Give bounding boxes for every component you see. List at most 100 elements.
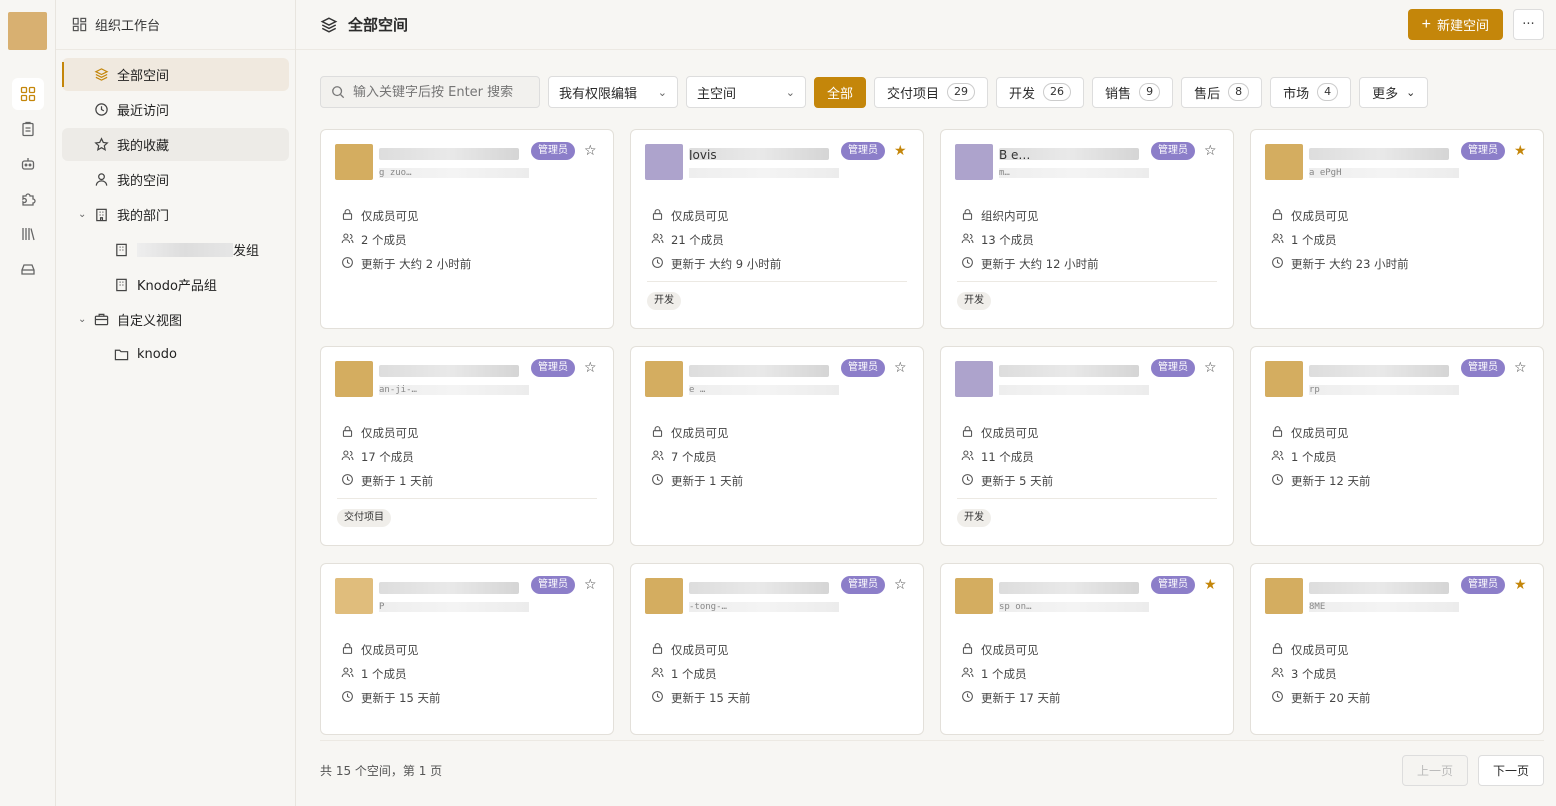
clock-icon bbox=[961, 256, 974, 272]
filter-chip-all[interactable]: 全部 bbox=[814, 76, 867, 108]
filter-chip-aftersales[interactable]: 售后 8 bbox=[1181, 76, 1263, 108]
search-icon bbox=[332, 86, 345, 99]
prev-page-label: 上一页 bbox=[1416, 764, 1453, 778]
next-page-button[interactable]: 下一页 bbox=[1477, 755, 1544, 786]
sidebar-item-my-space[interactable]: 我的空间 bbox=[62, 163, 289, 196]
space-card[interactable]: an-ji-… 管理员 ☆ 仅成员可见 17 个成员 更新于 1 天前 交付项目 bbox=[320, 346, 614, 546]
sidebar-item-recent[interactable]: 最近访问 bbox=[62, 93, 289, 126]
filter-chip-more[interactable]: 更多 ⌄ bbox=[1359, 76, 1429, 108]
lock-icon bbox=[651, 425, 664, 441]
members-icon bbox=[651, 666, 664, 682]
space-avatar bbox=[645, 361, 683, 397]
favorite-star-icon[interactable]: ☆ bbox=[584, 143, 597, 159]
space-card[interactable]: P 管理员 ☆ 仅成员可见 1 个成员 更新于 15 天前 bbox=[320, 563, 614, 735]
space-card[interactable]: sp on… 管理员 ★ 仅成员可见 1 个成员 更新于 17 天前 bbox=[940, 563, 1234, 735]
lock-icon bbox=[341, 425, 354, 441]
space-card[interactable]: -tong-… 管理员 ☆ 仅成员可见 1 个成员 更新于 15 天前 bbox=[630, 563, 924, 735]
workspace-grid-icon[interactable] bbox=[11, 78, 44, 110]
space-card[interactable]: 8ME 管理员 ★ 仅成员可见 3 个成员 更新于 20 天前 bbox=[1250, 563, 1544, 735]
space-card[interactable]: B e… m… 管理员 ☆ 组织内可见 13 个成员 更新于 大约 12 小时前… bbox=[940, 129, 1234, 329]
favorite-star-icon[interactable]: ☆ bbox=[894, 360, 907, 376]
space-updated: 更新于 大约 9 小时前 bbox=[671, 257, 782, 271]
sidebar-item-custom-view[interactable]: ⌄ 自定义视图 bbox=[62, 303, 289, 336]
space-tag[interactable]: 开发 bbox=[957, 292, 991, 310]
chip-count: 8 bbox=[1228, 83, 1250, 101]
space-slug bbox=[689, 168, 839, 178]
role-badge: 管理员 bbox=[1151, 359, 1195, 377]
space-members: 1 个成员 bbox=[981, 667, 1027, 681]
space-card[interactable]: rp 管理员 ☆ 仅成员可见 1 个成员 更新于 12 天前 bbox=[1250, 346, 1544, 546]
space-card[interactable]: e … 管理员 ☆ 仅成员可见 7 个成员 更新于 1 天前 bbox=[630, 346, 924, 546]
space-tag[interactable]: 开发 bbox=[647, 292, 681, 310]
sidebar-item-knodo[interactable]: knodo bbox=[62, 338, 289, 371]
sidebar-item-all-spaces[interactable]: 全部空间 bbox=[62, 58, 289, 91]
sidebar-item-dev-group[interactable]: 发组 bbox=[62, 233, 289, 266]
role-badge: 管理员 bbox=[1461, 142, 1505, 160]
chevron-down-icon[interactable]: ⌄ bbox=[78, 209, 86, 220]
drive-icon[interactable] bbox=[12, 253, 44, 285]
space-updated: 更新于 大约 2 小时前 bbox=[361, 257, 472, 271]
members-icon bbox=[651, 449, 664, 465]
space-card[interactable]: 管理员 ☆ 仅成员可见 11 个成员 更新于 5 天前 开发 bbox=[940, 346, 1234, 546]
clipboard-icon[interactable] bbox=[12, 113, 44, 145]
search-input[interactable] bbox=[353, 84, 523, 100]
sidebar-item-knodo-product[interactable]: Knodo产品组 bbox=[62, 268, 289, 301]
sidebar-item-my-department[interactable]: ⌄ 我的部门 bbox=[62, 198, 289, 231]
search-box[interactable] bbox=[320, 76, 540, 108]
lock-icon bbox=[961, 208, 974, 224]
space-updated: 更新于 1 天前 bbox=[361, 474, 434, 488]
filter-chip-dev[interactable]: 开发 26 bbox=[996, 76, 1085, 108]
sidebar-header[interactable]: 组织工作台 bbox=[56, 0, 295, 50]
favorite-star-icon[interactable]: ☆ bbox=[584, 577, 597, 593]
favorite-star-icon[interactable]: ☆ bbox=[584, 360, 597, 376]
favorite-star-icon[interactable]: ★ bbox=[1514, 143, 1527, 159]
members-icon bbox=[341, 666, 354, 682]
briefcase-icon bbox=[94, 313, 109, 326]
favorite-star-icon[interactable]: ★ bbox=[1514, 577, 1527, 593]
space-slug: 8ME bbox=[1309, 602, 1459, 612]
puzzle-icon[interactable] bbox=[12, 183, 44, 215]
favorite-star-icon[interactable]: ★ bbox=[1204, 577, 1217, 593]
robot-icon[interactable] bbox=[12, 148, 44, 180]
org-logo[interactable] bbox=[8, 12, 47, 50]
favorite-star-icon[interactable]: ☆ bbox=[1204, 360, 1217, 376]
new-space-button[interactable]: + 新建空间 bbox=[1407, 9, 1503, 40]
space-members: 13 个成员 bbox=[981, 233, 1034, 247]
space-avatar bbox=[335, 361, 373, 397]
space-card[interactable]: g zuo… 管理员 ☆ 仅成员可见 2 个成员 更新于 大约 2 小时前 bbox=[320, 129, 614, 329]
filter-chip-delivery[interactable]: 交付项目 29 bbox=[874, 76, 989, 108]
role-badge: 管理员 bbox=[841, 142, 885, 160]
sidebar-item-label: 我的部门 bbox=[117, 209, 170, 224]
more-options-button[interactable]: ··· bbox=[1513, 9, 1544, 40]
space-type-select[interactable]: 主空间 ⌄ bbox=[686, 76, 806, 108]
lock-icon bbox=[1271, 208, 1284, 224]
favorite-star-icon[interactable]: ★ bbox=[894, 143, 907, 159]
space-name bbox=[999, 365, 1139, 377]
new-space-label: 新建空间 bbox=[1436, 18, 1489, 33]
space-updated: 更新于 12 天前 bbox=[1291, 474, 1371, 488]
space-visibility: 仅成员可见 bbox=[981, 643, 1039, 657]
space-visibility: 仅成员可见 bbox=[361, 209, 419, 223]
space-tag[interactable]: 开发 bbox=[957, 509, 991, 527]
main-content: 全部空间 + 新建空间 ··· 我有权限编辑 ⌄ bbox=[296, 0, 1556, 806]
space-visibility: 仅成员可见 bbox=[1291, 426, 1349, 440]
lock-icon bbox=[341, 208, 354, 224]
filter-chip-market[interactable]: 市场 4 bbox=[1270, 76, 1352, 108]
chevron-down-icon[interactable]: ⌄ bbox=[78, 314, 86, 325]
favorite-star-icon[interactable]: ☆ bbox=[1204, 143, 1217, 159]
clock-icon bbox=[1271, 473, 1284, 489]
filter-bar: 我有权限编辑 ⌄ 主空间 ⌄ 全部 交付项目 29 开发 26 销售 9 售后 8 市场… bbox=[320, 76, 1429, 108]
library-icon[interactable] bbox=[12, 218, 44, 250]
space-tag[interactable]: 交付项目 bbox=[337, 509, 391, 527]
space-members: 17 个成员 bbox=[361, 450, 414, 464]
favorite-star-icon[interactable]: ☆ bbox=[1514, 360, 1527, 376]
sidebar-item-favorites[interactable]: 我的收藏 bbox=[62, 128, 289, 161]
sidebar-item-label: 发组 bbox=[233, 244, 260, 259]
space-card[interactable]: Jovis 管理员 ★ 仅成员可见 21 个成员 更新于 大约 9 小时前 开发 bbox=[630, 129, 924, 329]
clock-icon bbox=[1271, 690, 1284, 706]
space-card[interactable]: a ePgH 管理员 ★ 仅成员可见 1 个成员 更新于 大约 23 小时前 bbox=[1250, 129, 1544, 329]
permission-select[interactable]: 我有权限编辑 ⌄ bbox=[548, 76, 678, 108]
prev-page-button[interactable]: 上一页 bbox=[1401, 755, 1468, 786]
filter-chip-sales[interactable]: 销售 9 bbox=[1092, 76, 1174, 108]
favorite-star-icon[interactable]: ☆ bbox=[894, 577, 907, 593]
